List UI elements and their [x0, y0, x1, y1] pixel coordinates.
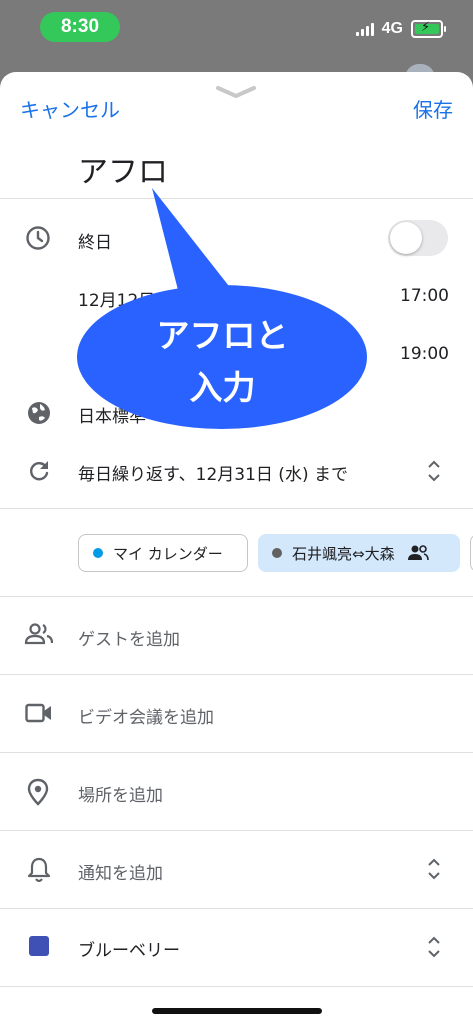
updown-chevron-icon: [428, 460, 440, 482]
add-location-button[interactable]: 場所を追加: [78, 781, 163, 806]
video-camera-icon: [25, 703, 51, 723]
bell-icon: [27, 857, 51, 883]
event-color-swatch: [29, 936, 49, 956]
all-day-label: 終日: [78, 233, 112, 253]
all-day-toggle[interactable]: [388, 220, 448, 256]
event-editor-sheet: キャンセル 保存 アフロ 終日 12月12日 17:00 19:00 日本標準 …: [0, 72, 473, 1024]
calendar-chip-shared[interactable]: 石井颯亮⇔大森: [258, 534, 460, 572]
add-notification-button[interactable]: 通知を追加: [78, 859, 163, 884]
repeat-icon: [30, 461, 49, 481]
people-icon: [407, 545, 429, 561]
repeat-rule[interactable]: 毎日繰り返す、12月31日 (水) まで: [78, 460, 348, 485]
cancel-button[interactable]: キャンセル: [20, 94, 120, 123]
save-button[interactable]: 保存: [413, 94, 453, 123]
add-guests-button[interactable]: ゲストを追加: [78, 625, 180, 650]
add-video-conference-button[interactable]: ビデオ会議を追加: [78, 703, 214, 728]
event-title-input[interactable]: アフロ: [78, 147, 168, 191]
divider: [0, 908, 473, 909]
globe-icon: [28, 402, 50, 424]
divider: [0, 198, 473, 199]
event-color-select[interactable]: ブルーベリー: [78, 936, 180, 961]
divider: [0, 596, 473, 597]
status-indicators: 4G ⚡: [355, 20, 446, 38]
divider: [0, 830, 473, 831]
calendar-chip-label: 石井颯亮⇔大森: [292, 544, 395, 563]
divider: [0, 752, 473, 753]
calendar-color-dot: [272, 548, 282, 558]
people-icon: [24, 623, 54, 645]
status-time: 8:30: [40, 12, 120, 42]
start-time[interactable]: 17:00: [400, 286, 449, 306]
divider: [0, 508, 473, 509]
home-indicator[interactable]: [152, 1008, 322, 1014]
network-type: 4G: [381, 20, 403, 37]
divider: [0, 674, 473, 675]
updown-chevron-icon: [428, 936, 440, 958]
calendar-chip-label: マイ カレンダー: [113, 544, 223, 563]
calendar-chip-my-calendar[interactable]: マイ カレンダー: [78, 534, 248, 572]
signal-icon: [355, 22, 374, 36]
battery-icon: ⚡: [411, 20, 446, 38]
start-date[interactable]: 12月12日: [78, 286, 155, 311]
end-time[interactable]: 19:00: [400, 344, 449, 364]
location-pin-icon: [27, 778, 49, 806]
divider: [0, 986, 473, 987]
clock-icon: [26, 226, 50, 250]
status-bar: 8:30 4G ⚡: [0, 0, 473, 60]
calendar-color-dot: [93, 548, 103, 558]
sheet-handle-chevron-icon[interactable]: [216, 84, 256, 100]
updown-chevron-icon: [428, 858, 440, 880]
timezone[interactable]: 日本標準: [78, 402, 146, 427]
